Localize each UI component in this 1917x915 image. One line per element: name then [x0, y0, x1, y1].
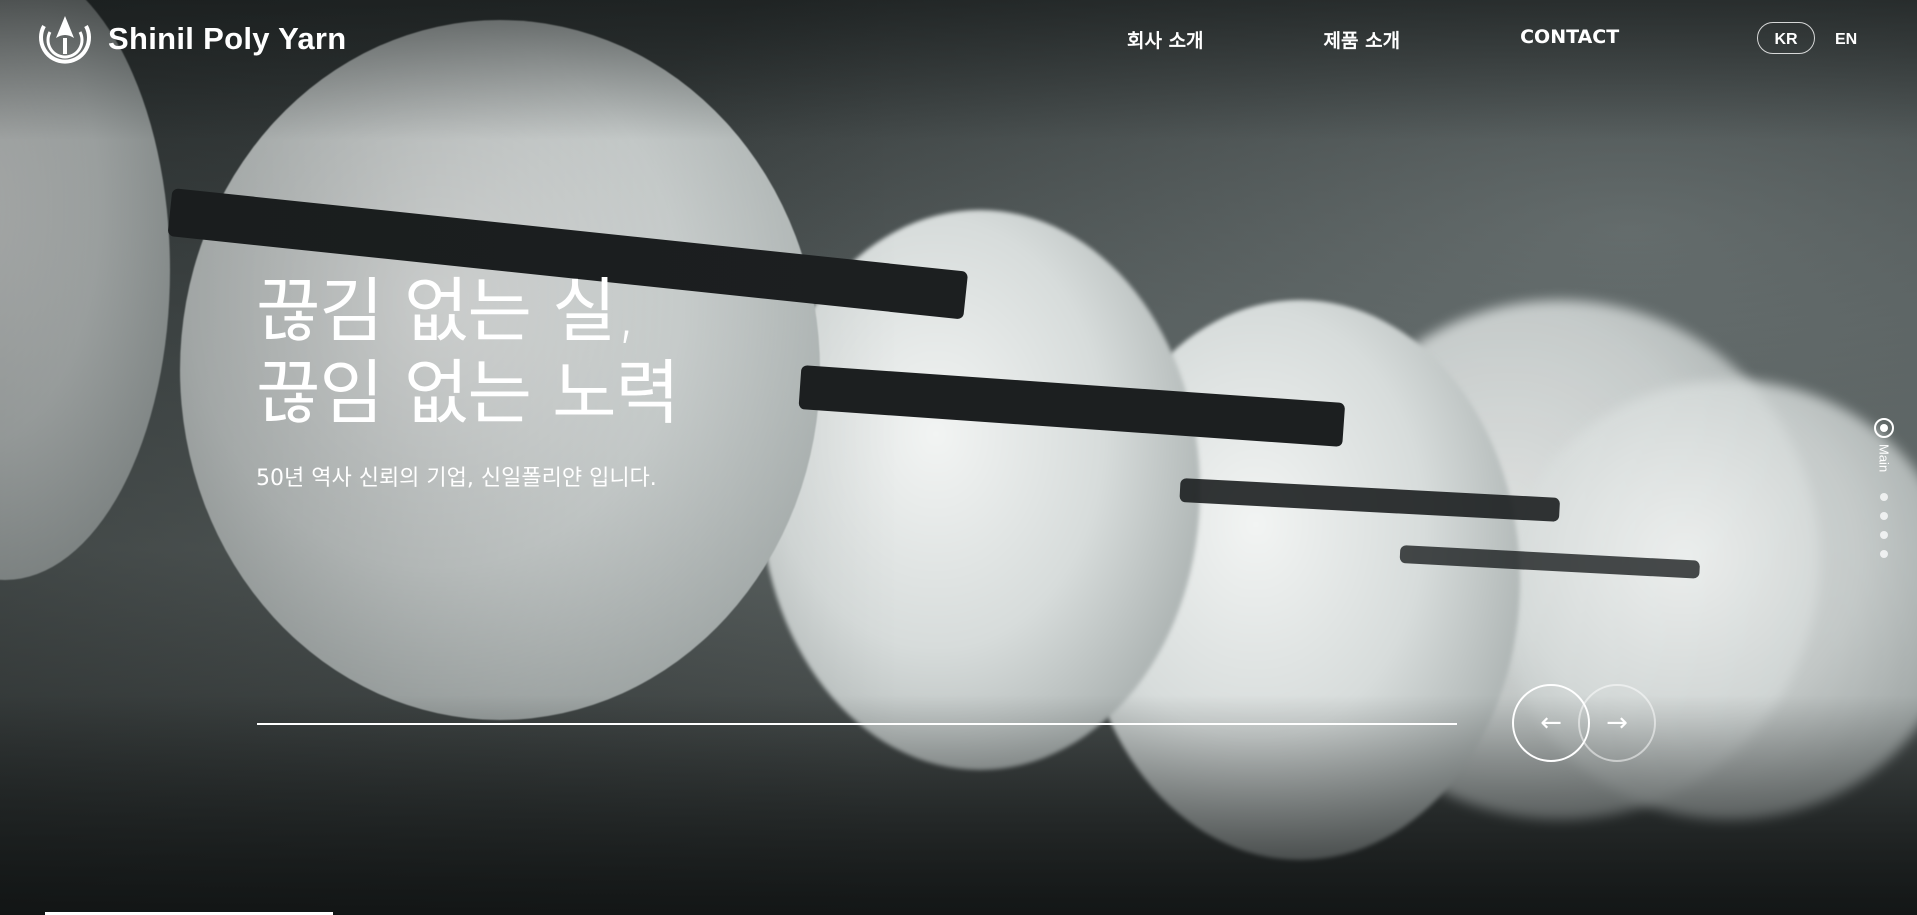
hero-subtitle: 50년 역사 신뢰의 기업, 신일폴리얀 입니다.	[256, 466, 657, 491]
hero-section: 끊김 없는 실, 끊임 없는 노력 50년 역사 신뢰의 기업, 신일폴리얀 입…	[256, 270, 680, 492]
slide-progress-line	[257, 723, 1457, 725]
language-en-button[interactable]: EN	[1835, 27, 1857, 49]
arrow-right-icon: →	[1606, 708, 1628, 738]
pager-dot-main[interactable]	[1874, 418, 1894, 438]
arrow-left-icon: ←	[1540, 708, 1562, 738]
hero-title-line-2: 끊임 없는 노력	[256, 352, 680, 434]
hero-title-line-1: 끊김 없는 실,	[256, 270, 638, 352]
hero-title: 끊김 없는 실, 끊임 없는 노력	[256, 270, 680, 434]
nav-item-products[interactable]: 제품 소개	[1324, 26, 1401, 53]
brand-logo-link[interactable]: Shinil Poly Yarn	[36, 12, 347, 66]
language-kr-button[interactable]: KR	[1757, 22, 1815, 54]
nav-item-contact[interactable]: CONTACT	[1520, 26, 1619, 53]
pager-dot-2[interactable]	[1880, 493, 1888, 502]
slider-next-button[interactable]: →	[1578, 684, 1656, 762]
pager-active-label: Main	[1876, 444, 1892, 473]
pager-dot-4[interactable]	[1880, 531, 1888, 540]
section-pager: Main	[1873, 418, 1895, 559]
slider-controls: ← →	[1512, 684, 1656, 762]
brand-name: Shinil Poly Yarn	[108, 21, 347, 56]
brand-flame-logo-icon	[39, 16, 91, 64]
main-nav: 회사 소개 제품 소개 CONTACT	[1127, 26, 1619, 53]
pager-dot-3[interactable]	[1880, 512, 1888, 521]
pager-dot-5[interactable]	[1880, 550, 1888, 559]
nav-item-company[interactable]: 회사 소개	[1127, 26, 1204, 53]
language-switcher: KR EN	[1757, 22, 1857, 54]
